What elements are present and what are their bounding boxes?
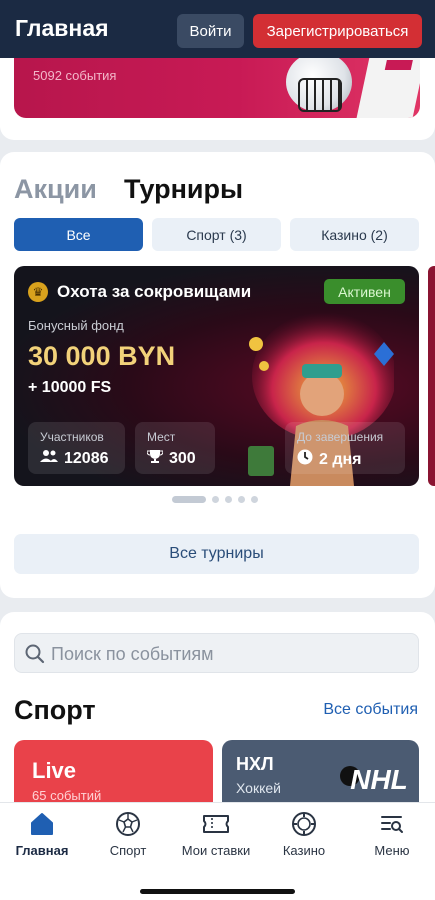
filter-sport-button[interactable]: Спорт (3) bbox=[152, 218, 281, 251]
all-tournaments-button[interactable]: Все турниры bbox=[14, 534, 419, 574]
bonus-fund-extra: + 10000 FS bbox=[28, 379, 112, 396]
page-title: Главная bbox=[15, 15, 109, 41]
participants-label: Участников bbox=[40, 430, 104, 444]
hockey-banner[interactable]: 5092 события bbox=[14, 58, 420, 118]
places-label: Мест bbox=[147, 430, 176, 444]
bonus-fund-label: Бонусный фонд bbox=[28, 318, 124, 333]
nav-home-label: Главная bbox=[15, 843, 69, 858]
register-button[interactable]: Зарегистрироваться bbox=[253, 14, 422, 48]
live-card[interactable]: Live 65 событий bbox=[14, 740, 213, 810]
ticket-icon bbox=[203, 815, 229, 833]
all-events-link[interactable]: Все события bbox=[323, 701, 418, 719]
brand-logo-image bbox=[356, 58, 420, 118]
search-placeholder: Поиск по событиям bbox=[51, 644, 214, 664]
clock-icon bbox=[297, 449, 313, 470]
nav-casino[interactable]: Казино bbox=[262, 811, 346, 863]
pagination-dot[interactable] bbox=[212, 496, 219, 503]
nav-my-bets[interactable]: Мои ставки bbox=[174, 811, 258, 863]
participants-stat: Участников 12086 bbox=[28, 422, 125, 474]
app-header: Главная Войти Зарегистрироваться bbox=[0, 0, 435, 58]
tab-promotions[interactable]: Акции bbox=[14, 174, 97, 205]
sport-heading: Спорт bbox=[14, 695, 96, 725]
time-left-stat: До завершения 2 дня bbox=[285, 422, 405, 474]
top-banner-section: 5092 события bbox=[0, 58, 435, 140]
tournament-card[interactable]: ♛ Охота за сокровищами Активен Бонусный … bbox=[14, 266, 419, 486]
nav-menu-label: Меню bbox=[374, 843, 410, 858]
filter-casino-button[interactable]: Казино (2) bbox=[290, 218, 419, 251]
casino-chip-icon bbox=[292, 812, 316, 836]
tab-tournaments[interactable]: Турниры bbox=[124, 174, 243, 205]
nav-menu[interactable]: Меню bbox=[350, 811, 434, 863]
soccer-ball-icon bbox=[116, 812, 140, 836]
time-left-label: До завершения bbox=[297, 430, 384, 444]
helmet-cage-image bbox=[298, 78, 342, 112]
home-icon bbox=[31, 813, 53, 835]
trophy-icon bbox=[146, 449, 164, 469]
users-icon bbox=[40, 449, 58, 468]
pagination-dot[interactable] bbox=[225, 496, 232, 503]
places-stat: Мест 300 bbox=[135, 422, 215, 474]
nhl-logo: NHL bbox=[350, 764, 408, 795]
tournament-title: Охота за сокровищами bbox=[57, 282, 252, 301]
carousel-pagination bbox=[172, 496, 258, 503]
nav-home[interactable]: Главная bbox=[0, 811, 84, 863]
banner-events-count: 5092 события bbox=[33, 68, 117, 83]
nhl-card-title: НХЛ bbox=[236, 754, 274, 774]
participants-value: 12086 bbox=[64, 449, 109, 467]
nav-my-bets-label: Мои ставки bbox=[181, 843, 251, 858]
live-card-title: Live bbox=[32, 758, 77, 783]
promotions-section: Акции Турниры Все Спорт (3) Казино (2) ♛… bbox=[0, 152, 435, 598]
menu-search-icon bbox=[381, 816, 403, 833]
sport-section: Поиск по событиям Спорт Все события Live… bbox=[0, 612, 435, 812]
search-icon bbox=[25, 644, 45, 664]
live-card-subtitle: 65 событий bbox=[32, 788, 102, 803]
nav-sport-label: Спорт bbox=[109, 843, 147, 858]
home-indicator bbox=[140, 889, 295, 894]
crown-icon: ♛ bbox=[28, 282, 48, 302]
pagination-dot[interactable] bbox=[251, 496, 258, 503]
login-button[interactable]: Войти bbox=[177, 14, 244, 48]
filter-all-button[interactable]: Все bbox=[14, 218, 143, 251]
search-input[interactable]: Поиск по событиям bbox=[14, 633, 419, 673]
pagination-dot-active[interactable] bbox=[172, 496, 206, 503]
nav-sport[interactable]: Спорт bbox=[86, 811, 170, 863]
pagination-dot[interactable] bbox=[238, 496, 245, 503]
bottom-navigation: Главная Спорт Мои ставки Казино Меню bbox=[0, 802, 435, 900]
places-value: 300 bbox=[169, 450, 196, 467]
bonus-fund-value: 30 000 BYN bbox=[28, 341, 176, 371]
next-tournament-card-peek[interactable] bbox=[428, 266, 435, 486]
nhl-card[interactable]: НХЛ Хоккей NHL bbox=[222, 740, 419, 810]
nav-casino-label: Казино bbox=[282, 843, 326, 858]
status-badge: Активен bbox=[324, 279, 405, 304]
nhl-card-subtitle: Хоккей bbox=[236, 780, 281, 796]
time-left-value: 2 дня bbox=[319, 450, 362, 468]
